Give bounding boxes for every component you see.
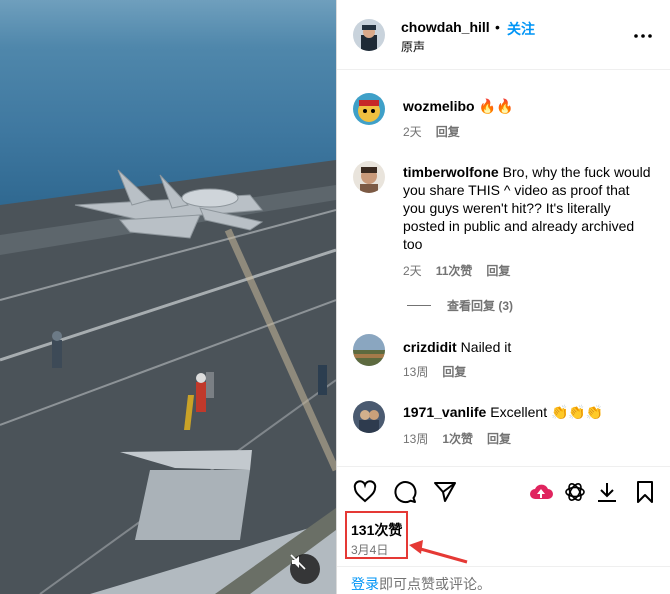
commenter-avatar[interactable] xyxy=(353,161,385,193)
aircraft-carrier-scene xyxy=(0,160,336,594)
annotation-highlight-box xyxy=(345,511,408,559)
mute-toggle-button[interactable] xyxy=(290,554,320,584)
comment-time[interactable]: 13周 xyxy=(403,365,428,379)
speaker-muted-icon xyxy=(290,554,306,570)
commenter-username[interactable]: timberwolfone xyxy=(403,164,499,180)
comment-time[interactable]: 2天 xyxy=(403,264,422,278)
reply-button[interactable]: 回复 xyxy=(436,125,460,139)
post-video[interactable] xyxy=(0,0,336,594)
bookmark-icon[interactable] xyxy=(633,480,657,504)
comment-text: 🔥🔥 xyxy=(478,98,514,114)
post-sidebar: chowdah_hill • 关注 原声 wozmelibo🔥🔥 2天回复 xyxy=(336,0,670,594)
cloud-upload-icon[interactable] xyxy=(529,480,553,504)
heart-icon[interactable] xyxy=(353,480,377,504)
comment-text: Nailed it xyxy=(460,339,512,355)
download-icon[interactable] xyxy=(595,480,619,504)
comment-likes[interactable]: 1次赞 xyxy=(442,432,473,446)
header-separator: • xyxy=(495,19,500,35)
openai-knot-icon[interactable] xyxy=(563,480,587,504)
action-bar xyxy=(337,466,670,514)
original-audio-link[interactable]: 原声 xyxy=(401,38,425,55)
annotation-arrow-icon xyxy=(409,540,468,564)
reply-button[interactable]: 回复 xyxy=(442,365,466,379)
view-replies-label: 查看回复 (3) xyxy=(447,299,514,313)
author-avatar[interactable] xyxy=(353,19,385,51)
commenter-avatar[interactable] xyxy=(353,401,385,433)
post-header: chowdah_hill • 关注 原声 xyxy=(337,0,670,70)
commenter-username[interactable]: 1971_vanlife xyxy=(403,404,486,420)
commenter-avatar[interactable] xyxy=(353,334,385,366)
comment-text: Excellent 👏👏👏 xyxy=(490,404,604,420)
login-prompt-text: 即可点赞或评论。 xyxy=(379,576,491,592)
reply-button[interactable]: 回复 xyxy=(487,432,511,446)
commenter-username[interactable]: wozmelibo xyxy=(403,98,475,114)
reply-button[interactable]: 回复 xyxy=(486,264,510,278)
login-link[interactable]: 登录 xyxy=(351,576,379,592)
commenter-username[interactable]: crizdidit xyxy=(403,339,457,355)
comment-likes[interactable]: 11次赞 xyxy=(436,264,473,278)
view-replies-button[interactable]: 查看回复 (3) xyxy=(407,297,513,314)
follow-button[interactable]: 关注 xyxy=(507,19,535,39)
author-username[interactable]: chowdah_hill xyxy=(401,19,490,35)
paper-plane-icon[interactable] xyxy=(433,480,457,504)
comment-bubble-icon[interactable] xyxy=(393,480,417,504)
comment-time[interactable]: 2天 xyxy=(403,125,422,139)
commenter-avatar[interactable] xyxy=(353,93,385,125)
more-dots-icon[interactable] xyxy=(633,26,653,46)
login-prompt: 登录即可点赞或评论。 xyxy=(337,566,670,594)
replies-divider xyxy=(407,305,431,306)
comment-time[interactable]: 13周 xyxy=(403,432,428,446)
